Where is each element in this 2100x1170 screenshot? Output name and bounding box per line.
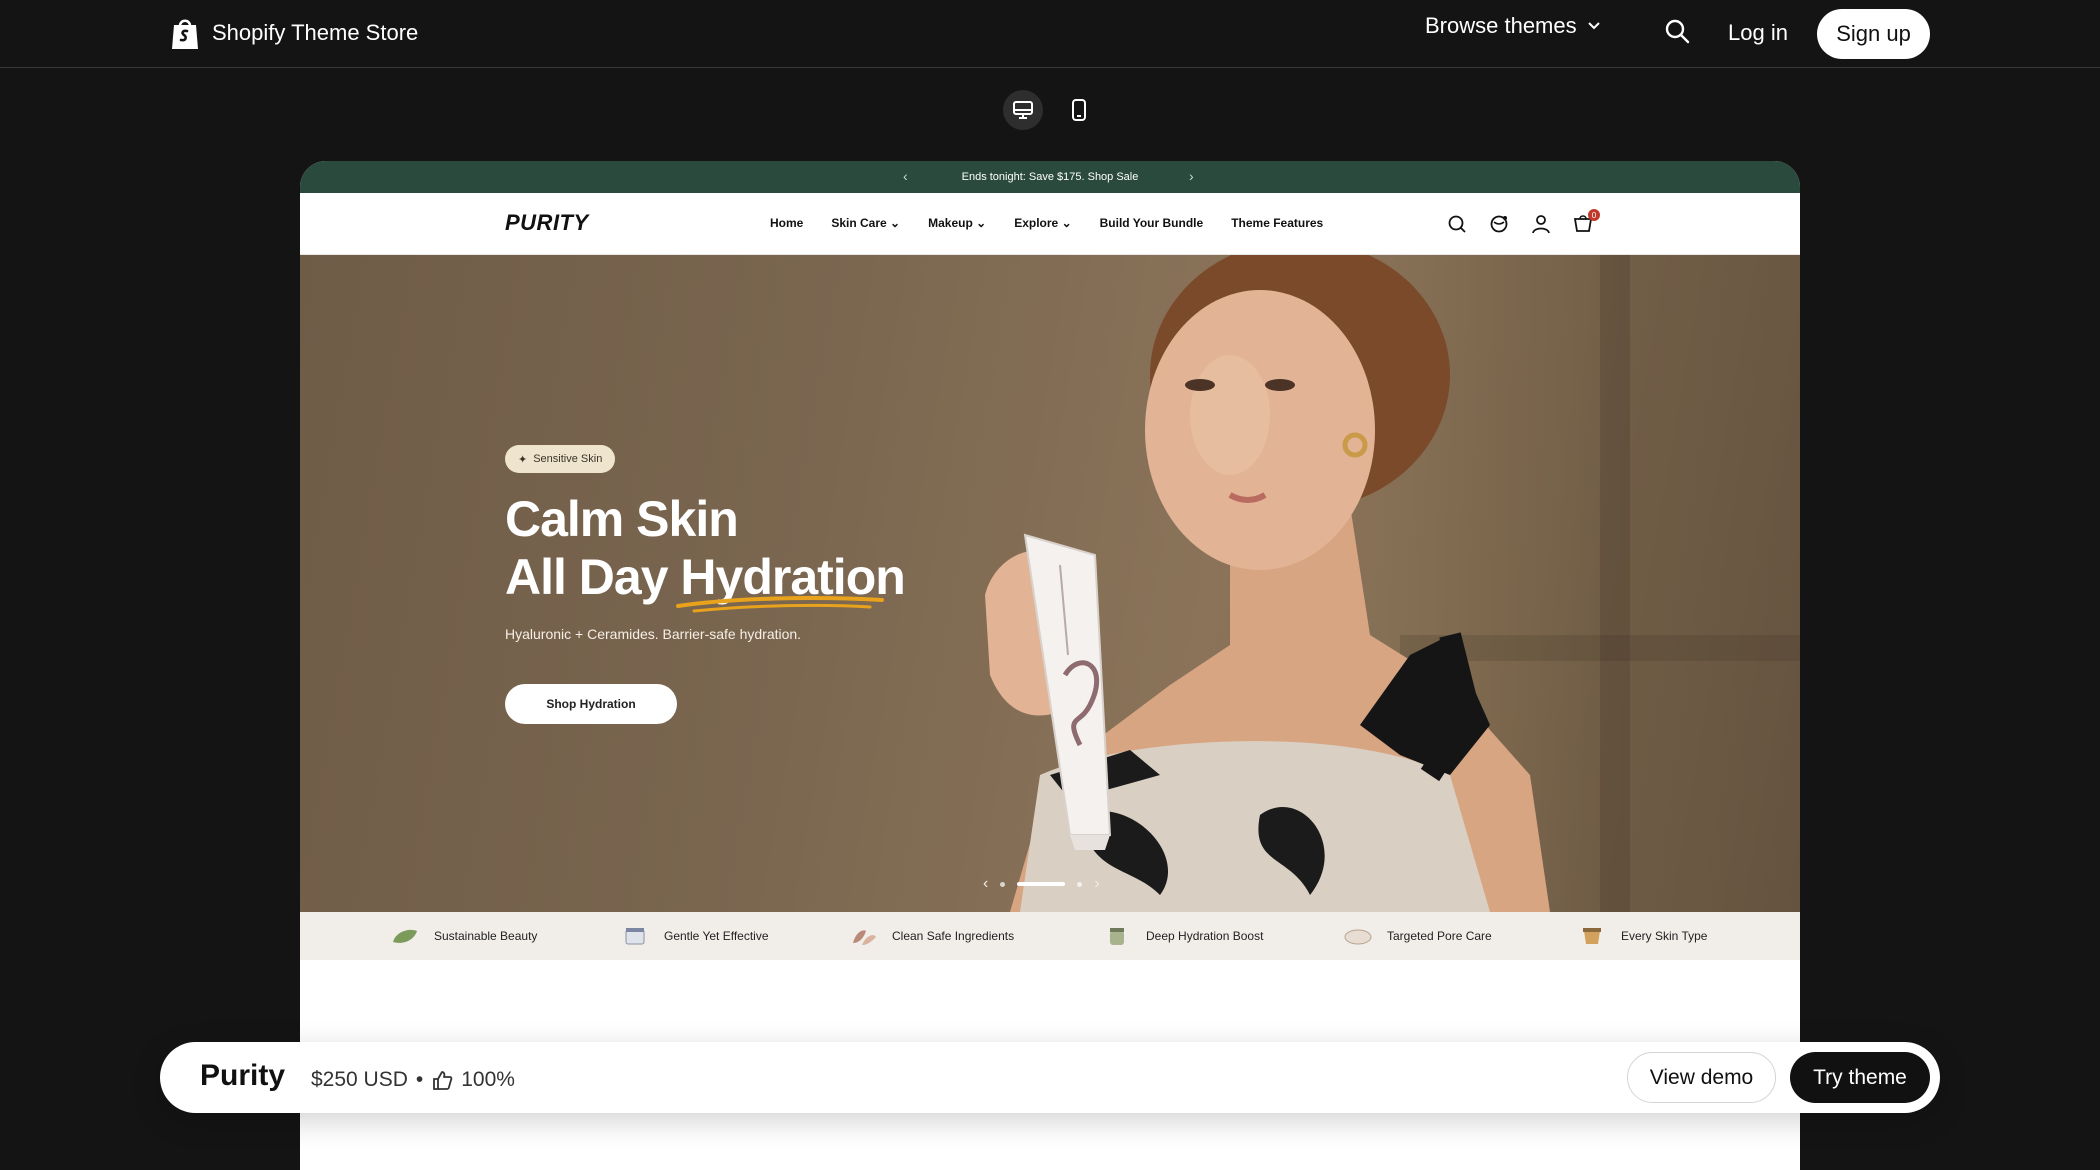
menu-item-label: Explore [1014,216,1059,230]
chevron-down-icon: ⌄ [976,216,987,230]
hero-headline-highlight: Hydration [676,548,906,613]
feature-label: Sustainable Beauty [434,929,538,943]
feature-item: Deep Hydration Boost [1102,925,1263,947]
announcement-text[interactable]: Ends tonight: Save $175. Shop Sale [962,171,1139,183]
menu-item-label: Theme Features [1231,216,1324,230]
signup-button[interactable]: Sign up [1817,9,1930,59]
theme-info-bar: Purity $250 USD • 100% View demo Try the… [160,1042,1940,1113]
hero-headline: Calm Skin All Day Hydration [505,490,906,613]
slide-next-icon[interactable]: › [1094,875,1099,893]
features-strip: Sustainable Beauty Gentle Yet Effective … [300,912,1800,960]
menu-item-label: Build Your Bundle [1099,216,1204,230]
shop-menu: Home Skin Care ⌄ Makeup ⌄ Explore ⌄ Buil… [770,216,1323,230]
announcement-next-icon[interactable]: › [1189,168,1194,184]
shop-logo[interactable]: PURITY [505,210,589,236]
device-toggle [1003,90,1099,130]
menu-item-build-bundle[interactable]: Build Your Bundle [1100,216,1204,230]
ingredient-icon [853,930,876,945]
store-brand-name: Shopify Theme Store [212,20,419,45]
chevron-down-icon: ⌄ [890,216,901,230]
menu-item-label: Home [770,216,804,230]
hero-badge-label: Sensitive Skin [533,453,603,465]
shop-icons: 0 [1446,209,1600,235]
feature-item: Targeted Pore Care [1343,925,1492,947]
feature-item: Every Skin Type [1577,925,1707,947]
underline-swoosh-icon [676,596,885,613]
menu-item-label: Makeup [928,216,973,230]
theme-price: $250 USD [311,1068,408,1091]
chevron-down-icon [1587,22,1600,30]
hydration-jar-icon [1110,928,1124,945]
announcement-prev-icon[interactable]: ‹ [903,168,908,184]
feature-item: Gentle Yet Effective [620,925,769,947]
hero-slideshow: ✦ Sensitive Skin Calm Skin All Day Hydra… [300,255,1800,912]
login-link[interactable]: Log in [1728,20,1788,46]
menu-item-label: Skin Care [831,216,887,230]
mobile-icon [1072,99,1086,121]
feature-label: Clean Safe Ingredients [892,929,1015,943]
slide-dot[interactable] [1000,881,1006,887]
account-icon[interactable] [1530,213,1552,235]
menu-item-skin-care[interactable]: Skin Care ⌄ [831,216,900,230]
store-logo[interactable]: Shopify Theme Store [170,16,418,50]
feature-label: Targeted Pore Care [1387,929,1492,943]
mobile-view-button[interactable] [1059,90,1099,130]
cart-count-badge: 0 [1588,209,1600,221]
theme-rating: 100% [461,1068,515,1091]
view-demo-button[interactable]: View demo [1627,1052,1776,1103]
search-icon[interactable] [1664,18,1690,44]
feature-item: Clean Safe Ingredients [848,925,1014,947]
browse-themes-label: Browse themes [1425,13,1577,38]
slideshow-controls: ‹ › [983,875,1100,893]
slide-prev-icon[interactable]: ‹ [983,875,988,893]
store-header: Shopify Theme Store Browse themes Log in… [0,0,2100,68]
desktop-view-button[interactable] [1003,90,1043,130]
hero-headline-line2a: All Day [505,549,669,605]
hero-subtitle: Hyaluronic + Ceramides. Barrier-safe hyd… [505,626,802,642]
currency-globe-icon[interactable] [1488,213,1510,235]
shop-navigation: PURITY Home Skin Care ⌄ Makeup ⌄ Explore… [300,193,1800,255]
slide-dot[interactable] [1077,881,1083,887]
menu-item-theme-features[interactable]: Theme Features [1231,216,1323,230]
feature-label: Every Skin Type [1621,929,1708,943]
slide-dot-active[interactable] [1017,882,1066,886]
cream-jar-icon [1583,928,1601,944]
hero-headline-line1: Calm Skin [505,491,739,547]
pore-care-icon [1344,929,1372,945]
menu-item-explore[interactable]: Explore ⌄ [1014,216,1071,230]
announcement-bar: ‹ Ends tonight: Save $175. Shop Sale › [300,161,1800,193]
feature-label: Gentle Yet Effective [664,929,769,943]
menu-item-home[interactable]: Home [770,216,803,230]
leaf-icon [393,929,417,943]
theme-meta: $250 USD • 100% [311,1068,515,1092]
chevron-down-icon: ⌄ [1061,216,1072,230]
hero-badge: ✦ Sensitive Skin [505,445,616,473]
jar-icon [625,928,645,945]
try-theme-button[interactable]: Try theme [1790,1052,1930,1103]
thumbs-up-icon [433,1071,453,1090]
browse-themes-menu[interactable]: Browse themes [1425,13,1601,39]
shop-hydration-button[interactable]: Shop Hydration [505,684,677,724]
separator-dot: • [415,1068,424,1091]
feature-label: Deep Hydration Boost [1146,929,1264,943]
window-shadow [1600,255,1630,912]
sparkle-icon: ✦ [518,453,528,466]
theme-name: Purity [200,1059,286,1092]
menu-item-makeup[interactable]: Makeup ⌄ [928,216,986,230]
search-icon[interactable] [1446,213,1468,235]
feature-item: Sustainable Beauty [390,925,537,947]
cart-button[interactable]: 0 [1572,209,1600,235]
model-with-product-image [985,255,1550,912]
theme-preview-frame: ‹ Ends tonight: Save $175. Shop Sale › P… [300,161,1800,1170]
shopify-bag-icon [172,19,198,49]
desktop-icon [1013,101,1033,119]
